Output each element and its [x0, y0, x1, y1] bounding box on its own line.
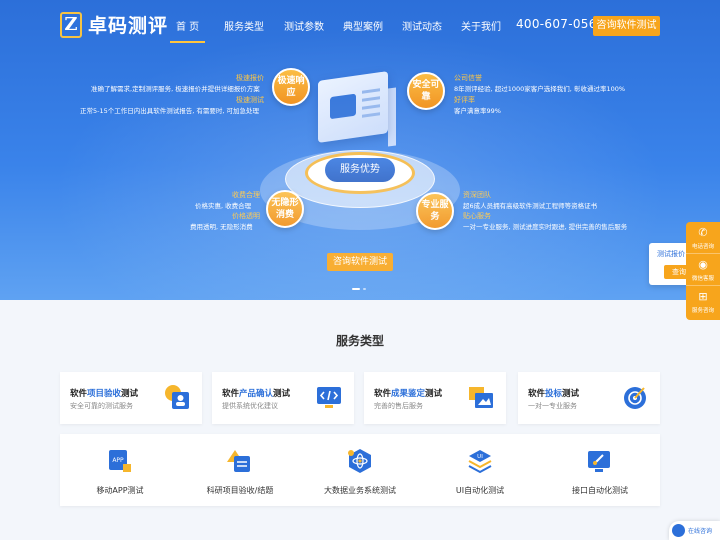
card-title: 软件项目验收测试 — [70, 389, 139, 399]
online-chat-button[interactable]: 在线咨询 — [669, 521, 720, 540]
card-subtitle: 一对一专业服务 — [528, 402, 577, 410]
phone-number: 400-607-0568 — [516, 17, 605, 31]
logo-icon: Z — [60, 11, 82, 38]
avatar — [672, 524, 685, 537]
feature-title: 资深团队 — [463, 191, 491, 199]
card-subtitle: 完善的售后服务 — [374, 402, 423, 410]
carousel-dots — [352, 288, 366, 290]
services-title: 服务类型 — [335, 334, 384, 348]
feature-desc: 8年测评经验, 超过1000家客户选择我们, 彰收通过率100% — [454, 85, 626, 93]
fast-response-bubble: 极速响应 — [272, 68, 310, 106]
side-wechat-service[interactable]: ◉ 微信客服 — [686, 254, 720, 286]
person-badge-icon — [165, 385, 189, 409]
service-card-acceptance[interactable]: 软件项目验收测试 安全可靠的测试服务 — [60, 372, 202, 424]
feature-desc: 正常5-15个工作日内出具软件测试报告, 有需要时, 可加急处理 — [80, 107, 260, 115]
feature-title: 极速测试 — [236, 96, 264, 104]
nav-about[interactable]: 关于我们 — [461, 18, 501, 33]
hero-consult-button[interactable]: 咨询软件测试 — [327, 253, 393, 271]
monitor-stand-icon — [388, 87, 396, 147]
side-item-label: 服务咨询 — [691, 308, 714, 314]
feature-desc: 超6成人员拥有高级软件测试工程师等资格证书 — [463, 202, 598, 210]
hero-banner: Z 卓码测评 首 页 服务类型 测试参数 典型案例 测试动态 关于我们 400-… — [0, 0, 720, 300]
card-title: 软件成果鉴定测试 — [374, 389, 443, 399]
card-subtitle: 安全可靠的测试服务 — [70, 402, 133, 410]
ui-layers-icon: UI — [468, 450, 492, 474]
nav-cases[interactable]: 典型案例 — [343, 18, 383, 33]
side-item-label: 微信客服 — [691, 276, 714, 282]
brush-monitor-icon — [588, 451, 610, 472]
feature-title: 公司信誉 — [454, 74, 482, 82]
service-item-label: 科研项目验收/结题 — [206, 486, 274, 495]
nav-consult-button[interactable]: 咨询软件测试 — [593, 16, 660, 36]
feature-title: 收费合理 — [232, 191, 260, 199]
nav-home[interactable]: 首 页 — [170, 18, 206, 43]
service-item-label: 移动APP测试 — [96, 486, 144, 495]
card-title: 软件产品确认测试 — [222, 389, 291, 399]
brand-name: 卓码测评 — [88, 15, 169, 37]
feature-title: 好评率 — [454, 96, 475, 104]
nav-news[interactable]: 测试动态 — [402, 18, 442, 33]
quote-popup-title: 测试报价 — [657, 250, 685, 258]
feature-desc: 费用透明, 无隐形消费 — [190, 223, 253, 231]
service-card-product-confirm[interactable]: 软件产品确认测试 提供系统优化建议 — [212, 372, 354, 424]
feature-title: 贴心服务 — [463, 212, 491, 220]
side-phone-consult[interactable]: ✆ 电话咨询 — [686, 222, 720, 254]
carousel-dot-active[interactable] — [352, 288, 360, 290]
card-title: 软件投标测试 — [528, 389, 580, 399]
logo[interactable]: Z 卓码测评 — [60, 11, 168, 38]
feature-desc: 客户满意率99% — [454, 107, 501, 115]
no-hidden-fee-bubble: 无隐形消费 — [266, 190, 304, 228]
service-item-big-data[interactable]: 大数据业务系统测试 — [300, 434, 420, 506]
app-phone-icon: APP — [109, 450, 131, 472]
top-nav: Z 卓码测评 首 页 服务类型 测试参数 典型案例 测试动态 关于我们 400-… — [0, 0, 720, 50]
service-items-row: APP 移动APP测试 科研项目验收/结题 大数据业务系统测试 UI UI自动化… — [60, 434, 660, 506]
feature-desc: 价格实惠, 收费合理 — [195, 202, 252, 210]
service-item-api-automation[interactable]: 接口自动化测试 — [540, 434, 660, 506]
service-item-label: 大数据业务系统测试 — [324, 486, 396, 495]
professional-service-bubble: 专业服务 — [416, 192, 454, 230]
service-item-mobile-app[interactable]: APP 移动APP测试 — [60, 434, 180, 506]
svg-text:APP: APP — [112, 457, 124, 464]
safe-reliable-bubble: 安全可靠 — [407, 72, 445, 110]
service-advantage-label: 服务优势 — [325, 158, 395, 182]
feature-desc: 准确了解需求,定制测评服务, 极速报价并提供详细报价方案 — [91, 85, 260, 93]
service-item-label: 接口自动化测试 — [572, 486, 628, 495]
feature-desc: 一对一专业服务, 测试进度实时跟进, 提供完善的售后服务 — [463, 223, 628, 231]
code-monitor-icon — [317, 387, 341, 408]
target-icon — [624, 387, 646, 409]
nav-test-params[interactable]: 测试参数 — [284, 18, 324, 33]
service-item-label: UI自动化测试 — [455, 486, 505, 495]
service-card-bidding[interactable]: 软件投标测试 一对一专业服务 — [518, 372, 660, 424]
atom-icon — [348, 449, 371, 473]
side-item-label: 电话咨询 — [691, 244, 714, 250]
service-card-achievement[interactable]: 软件成果鉴定测试 完善的售后服务 — [364, 372, 506, 424]
checklist-icon — [227, 450, 250, 472]
service-item-ui-automation[interactable]: UI UI自动化测试 — [420, 434, 540, 506]
phone-icon: ✆ — [698, 226, 708, 239]
side-service-consult[interactable]: ⊞ 服务咨询 — [686, 286, 720, 318]
side-contact-bar: ✆ 电话咨询 ◉ 微信客服 ⊞ 服务咨询 — [686, 222, 720, 320]
thumbs-up-monitor-icon — [318, 71, 388, 143]
svg-text:UI: UI — [477, 454, 483, 460]
image-frame-icon — [469, 387, 493, 408]
card-subtitle: 提供系统优化建议 — [222, 402, 278, 410]
quote-popup: 测试报价 查询 — [649, 243, 694, 285]
nav-service-types[interactable]: 服务类型 — [224, 18, 264, 33]
chat-label: 在线咨询 — [688, 528, 713, 535]
plus-icon: ⊞ — [698, 290, 708, 303]
carousel-dot[interactable] — [363, 288, 366, 290]
feature-title: 价格透明 — [232, 212, 260, 220]
service-item-research[interactable]: 科研项目验收/结题 — [180, 434, 300, 506]
wechat-icon: ◉ — [698, 258, 708, 271]
feature-title: 极速报价 — [236, 74, 264, 82]
